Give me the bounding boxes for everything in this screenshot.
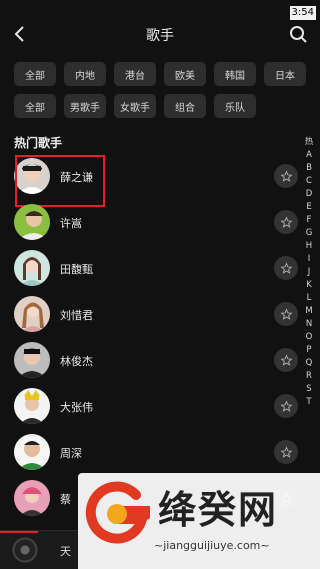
follow-star-button[interactable]: [274, 164, 298, 188]
star-icon: [280, 308, 292, 320]
alpha-index-letter[interactable]: S: [306, 383, 311, 396]
watermark-brand: 绛癸网: [158, 487, 279, 532]
singer-name: 薛之谦: [60, 171, 93, 184]
follow-star-button[interactable]: [274, 302, 298, 326]
avatar: [14, 434, 50, 470]
alpha-index-letter[interactable]: J: [308, 266, 311, 279]
alpha-index-letter[interactable]: O: [306, 331, 313, 344]
alpha-index-letter[interactable]: T: [306, 396, 311, 409]
avatar: [14, 388, 50, 424]
alpha-index-letter[interactable]: I: [308, 253, 311, 266]
alpha-index-letter[interactable]: K: [306, 279, 312, 292]
singer-row[interactable]: 林俊杰: [0, 338, 300, 384]
alpha-index-letter[interactable]: D: [306, 188, 313, 201]
filter-chip-female[interactable]: 女歌手: [114, 94, 156, 118]
alpha-index-letter[interactable]: R: [306, 370, 312, 383]
alpha-index-letter[interactable]: G: [306, 227, 313, 240]
follow-star-button[interactable]: [274, 348, 298, 372]
watermark-logo-icon: [85, 481, 150, 544]
filter-chip-group[interactable]: 组合: [164, 94, 206, 118]
type-filter-row: 全部 男歌手 女歌手 组合 乐队: [14, 94, 256, 118]
alpha-index-letter[interactable]: F: [307, 214, 312, 227]
singer-name: 周深: [60, 447, 82, 460]
singer-list: 薛之谦 许嵩 田馥甄 刘惜君 林俊杰 大张伟 周深 蔡: [0, 154, 300, 522]
page-title: 歌手: [146, 28, 174, 44]
alpha-index-letter[interactable]: C: [306, 175, 312, 188]
filter-chip-western[interactable]: 欧美: [164, 62, 206, 86]
singer-row[interactable]: 许嵩: [0, 200, 300, 246]
singer-row[interactable]: 周深: [0, 430, 300, 476]
status-bar: 3:54: [286, 0, 320, 20]
singer-name: 大张伟: [60, 401, 93, 414]
singer-name: 许嵩: [60, 217, 82, 230]
alpha-index-letter[interactable]: L: [307, 292, 312, 305]
star-icon: [280, 170, 292, 182]
avatar: [14, 158, 50, 194]
follow-star-button[interactable]: [274, 210, 298, 234]
filter-chip-male[interactable]: 男歌手: [64, 94, 106, 118]
avatar: [14, 342, 50, 378]
filter-chip-type-all[interactable]: 全部: [14, 94, 56, 118]
avatar: [14, 296, 50, 332]
follow-star-button[interactable]: [274, 440, 298, 464]
alpha-index-letter[interactable]: P: [306, 344, 311, 357]
filter-chip-hk-tw[interactable]: 港台: [114, 62, 156, 86]
alpha-index-letter[interactable]: H: [306, 240, 312, 253]
avatar: [14, 480, 50, 516]
filter-chip-band[interactable]: 乐队: [214, 94, 256, 118]
site-watermark: 绛癸网 ~jiangguijiuye.com~: [78, 473, 320, 569]
avatar: [14, 204, 50, 240]
star-icon: [280, 216, 292, 228]
alpha-index-letter[interactable]: Q: [306, 357, 313, 370]
filter-chip-japan[interactable]: 日本: [264, 62, 306, 86]
filter-chip-region-all[interactable]: 全部: [14, 62, 56, 86]
singer-name: 田馥甄: [60, 263, 93, 276]
alpha-index-letter[interactable]: A: [306, 149, 312, 162]
album-disc[interactable]: [8, 533, 42, 567]
alpha-index-letter[interactable]: 热: [305, 136, 314, 149]
singer-row[interactable]: 薛之谦: [0, 154, 300, 207]
now-playing-title: 天: [60, 545, 71, 558]
singer-row[interactable]: 大张伟: [0, 384, 300, 430]
follow-star-button[interactable]: [274, 256, 298, 280]
alpha-index-letter[interactable]: E: [306, 201, 311, 214]
playback-progress: [0, 531, 39, 533]
singer-name: 蔡: [60, 493, 71, 506]
star-icon: [280, 446, 292, 458]
star-icon: [280, 400, 292, 412]
star-icon: [280, 354, 292, 366]
section-title: 热门歌手: [14, 136, 63, 150]
alpha-index[interactable]: 热 A B C D E F G H I J K L M N O P Q R S …: [301, 136, 317, 409]
region-filter-row: 全部 内地 港台 欧美 韩国 日本: [14, 62, 306, 86]
singer-row[interactable]: 田馥甄: [0, 246, 300, 292]
alpha-index-letter[interactable]: M: [305, 305, 312, 318]
singer-row[interactable]: 刘惜君: [0, 292, 300, 338]
nav-bar: 歌手: [0, 18, 320, 52]
singer-name: 林俊杰: [60, 355, 93, 368]
alpha-index-letter[interactable]: B: [306, 162, 312, 175]
filter-chip-mainland[interactable]: 内地: [64, 62, 106, 86]
singer-name: 刘惜君: [60, 309, 93, 322]
watermark-url: ~jiangguijiuye.com~: [154, 539, 270, 552]
star-icon: [280, 262, 292, 274]
avatar: [14, 250, 50, 286]
follow-star-button[interactable]: [274, 394, 298, 418]
alpha-index-letter[interactable]: N: [306, 318, 312, 331]
search-icon[interactable]: [286, 22, 310, 46]
filter-chip-korea[interactable]: 韩国: [214, 62, 256, 86]
